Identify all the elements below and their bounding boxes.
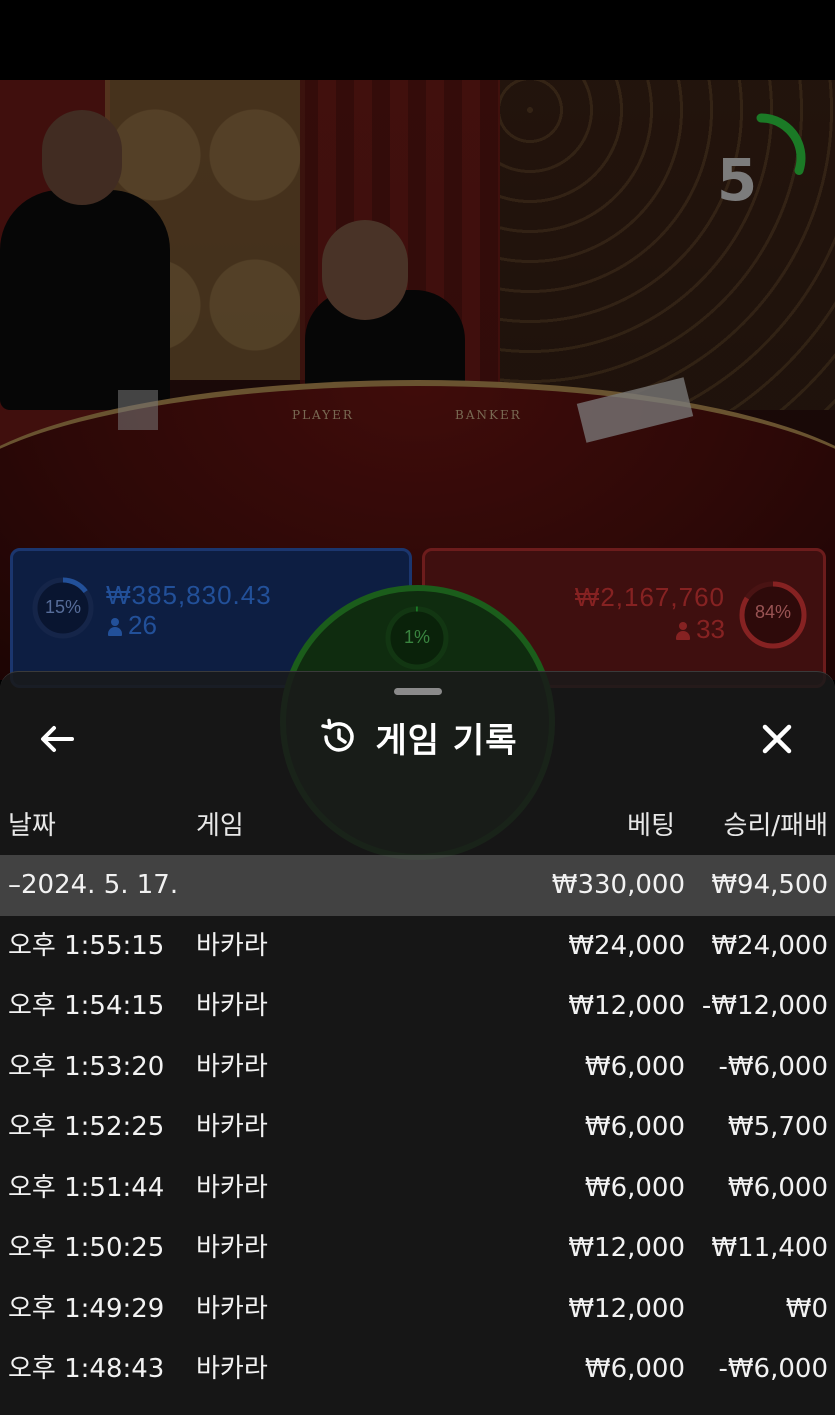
row-bet: ₩6,000: [584, 1172, 685, 1203]
row-bet: ₩12,000: [568, 1293, 685, 1324]
row-game: 바카라: [196, 930, 268, 961]
row-game: 바카라: [196, 1051, 268, 1082]
row-time: 오후 1:51:44: [8, 1172, 165, 1203]
sheet-header: 게임 기록: [0, 712, 835, 762]
row-bet: ₩12,000: [568, 1233, 685, 1263]
row-result: -₩6,000: [718, 1354, 828, 1384]
sheet-title: 게임 기록: [375, 720, 518, 761]
column-bet: 베팅: [627, 811, 675, 841]
row-time: 오후 1:53:20: [8, 1051, 165, 1082]
status-bar: [0, 0, 835, 80]
sheet-grabber[interactable]: [394, 688, 442, 695]
row-bet: ₩12,000: [568, 991, 685, 1021]
table-row[interactable]: 오후 1:50:25 바카라 ₩12,000 ₩11,400: [0, 1218, 835, 1279]
row-time: 오후 1:52:25: [8, 1112, 165, 1142]
row-result: ₩24,000: [711, 930, 828, 961]
row-result: ₩5,700: [727, 1112, 828, 1142]
row-game: 바카라: [196, 1112, 268, 1142]
row-game: 바카라: [196, 991, 268, 1021]
game-history-sheet: 게임 기록 날짜 게임 베팅 승리/패배 –2024. 5. 17. ₩330,…: [0, 671, 835, 1415]
column-game: 게임: [196, 811, 244, 841]
row-game: 바카라: [196, 1293, 268, 1324]
group-bet-total: ₩330,000: [551, 870, 685, 900]
row-time: 오후 1:48:43: [8, 1354, 165, 1384]
table-row[interactable]: 오후 1:52:25 바카라 ₩6,000 ₩5,700: [0, 1097, 835, 1158]
row-result: -₩12,000: [701, 991, 828, 1021]
column-result: 승리/패배: [723, 811, 828, 841]
table-row[interactable]: 오후 1:48:43 바카라 ₩6,000 -₩6,000: [0, 1339, 835, 1400]
row-result: ₩6,000: [727, 1172, 828, 1203]
row-game: 바카라: [196, 1172, 268, 1203]
row-bet: ₩6,000: [584, 1051, 685, 1082]
row-game: 바카라: [196, 1354, 268, 1384]
row-time: 오후 1:49:29: [8, 1293, 165, 1324]
table-row[interactable]: 오후 1:49:29 바카라 ₩12,000 ₩0: [0, 1279, 835, 1340]
row-bet: ₩24,000: [568, 930, 685, 961]
row-result: ₩11,400: [711, 1233, 828, 1263]
close-icon[interactable]: [752, 714, 802, 764]
group-date: –2024. 5. 17.: [8, 870, 179, 900]
table-row[interactable]: 오후 1:53:20 바카라 ₩6,000 -₩6,000: [0, 1037, 835, 1098]
table-row[interactable]: 오후 1:54:15 바카라 ₩12,000 -₩12,000: [0, 976, 835, 1037]
date-group-row[interactable]: –2024. 5. 17. ₩330,000 ₩94,500: [0, 855, 835, 916]
row-game: 바카라: [196, 1233, 268, 1263]
table-row[interactable]: 오후 1:51:44 바카라 ₩6,000 ₩6,000: [0, 1158, 835, 1219]
row-time: 오후 1:50:25: [8, 1233, 165, 1263]
row-bet: ₩6,000: [584, 1354, 685, 1384]
history-icon: [320, 718, 354, 752]
row-bet: ₩6,000: [584, 1112, 685, 1142]
history-table: –2024. 5. 17. ₩330,000 ₩94,500 오후 1:55:1…: [0, 855, 835, 1400]
group-result-total: ₩94,500: [711, 870, 828, 900]
row-result: -₩6,000: [718, 1051, 828, 1082]
row-time: 오후 1:55:15: [8, 930, 165, 961]
row-result: ₩0: [785, 1293, 828, 1324]
row-time: 오후 1:54:15: [8, 991, 165, 1021]
table-header: 날짜 게임 베팅 승리/패배: [0, 805, 835, 845]
column-date: 날짜: [8, 811, 56, 841]
table-row[interactable]: 오후 1:55:15 바카라 ₩24,000 ₩24,000: [0, 916, 835, 977]
